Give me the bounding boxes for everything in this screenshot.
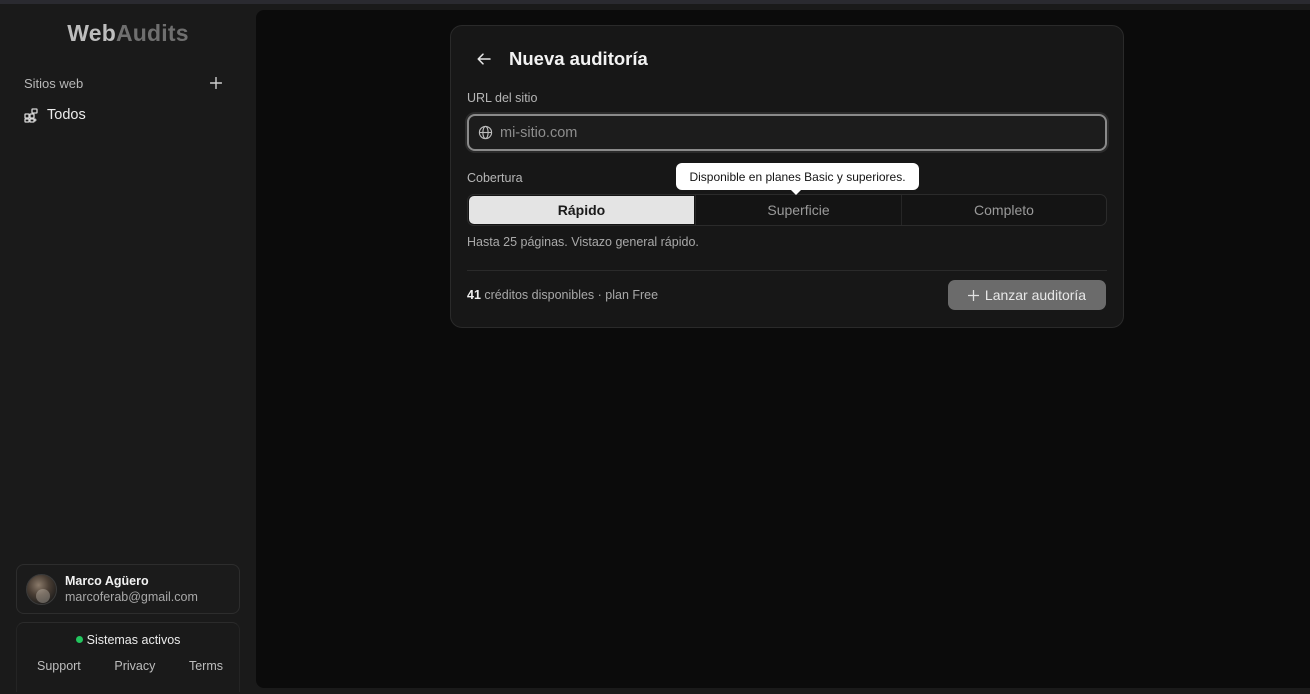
new-audit-card: Nueva auditoría URL del sitio Cobertura … <box>450 25 1124 328</box>
terms-link[interactable]: Terms <box>189 659 223 673</box>
user-card[interactable]: Marco Agüero marcoferab@gmail.com <box>16 564 240 614</box>
sidebar-item-todos[interactable]: Todos <box>24 105 86 125</box>
coverage-option-completo[interactable]: Completo <box>901 195 1106 225</box>
user-info: Marco Agüero marcoferab@gmail.com <box>65 574 198 604</box>
plus-icon <box>210 77 222 89</box>
app-logo[interactable]: WebAudits <box>0 20 256 47</box>
coverage-label: Cobertura <box>467 171 523 185</box>
launch-audit-label: Lanzar auditoría <box>984 287 1087 303</box>
status-dot-icon <box>75 636 83 643</box>
system-status-text: Sistemas activos <box>86 633 181 647</box>
plus-icon <box>967 289 979 301</box>
credits-text: créditos disponibles · plan Free <box>484 288 659 302</box>
url-field[interactable] <box>467 114 1107 151</box>
back-button[interactable] <box>473 48 495 70</box>
system-status[interactable]: Sistemas activos <box>17 633 239 647</box>
coverage-option-rapido[interactable]: Rápido <box>469 196 694 224</box>
coverage-selector: Rápido Superficie Completo <box>467 194 1107 226</box>
status-panel: Sistemas activos Support Privacy Terms <box>16 622 240 692</box>
launch-audit-button[interactable]: Lanzar auditoría <box>948 280 1106 310</box>
plan-tooltip: Disponible en planes Basic y superiores. <box>676 163 919 195</box>
privacy-link[interactable]: Privacy <box>114 659 155 673</box>
url-input[interactable] <box>500 124 1080 141</box>
arrow-left-icon <box>477 53 491 65</box>
avatar <box>26 573 57 605</box>
coverage-hint: Hasta 25 páginas. Vistazo general rápido… <box>467 235 699 249</box>
websites-section-label: Sitios web <box>24 75 84 91</box>
coverage-option-superficie[interactable]: Superficie <box>695 195 901 225</box>
page-title: Nueva auditoría <box>509 48 648 69</box>
card-header: Nueva auditoría <box>473 47 648 71</box>
support-link[interactable]: Support <box>37 659 81 673</box>
user-name: Marco Agüero <box>65 574 149 588</box>
credits-count: 41 <box>467 288 481 302</box>
grid-plus-icon <box>24 107 38 123</box>
user-email: marcoferab@gmail.com <box>65 590 198 604</box>
add-website-button[interactable] <box>208 75 224 91</box>
sidebar-item-label: Todos <box>47 107 86 123</box>
divider <box>467 270 1107 271</box>
sidebar: WebAudits Sitios web Todos Marco Agüero … <box>0 4 256 694</box>
logo-text-audits: Audits <box>115 20 189 46</box>
logo-text-web: Web <box>67 20 116 46</box>
footer-links: Support Privacy Terms <box>37 659 223 673</box>
url-field-label: URL del sitio <box>467 91 538 105</box>
websites-section-header: Sitios web <box>24 74 224 92</box>
globe-icon <box>478 125 493 140</box>
credits-info: 41 créditos disponibles · plan Free <box>467 288 658 302</box>
